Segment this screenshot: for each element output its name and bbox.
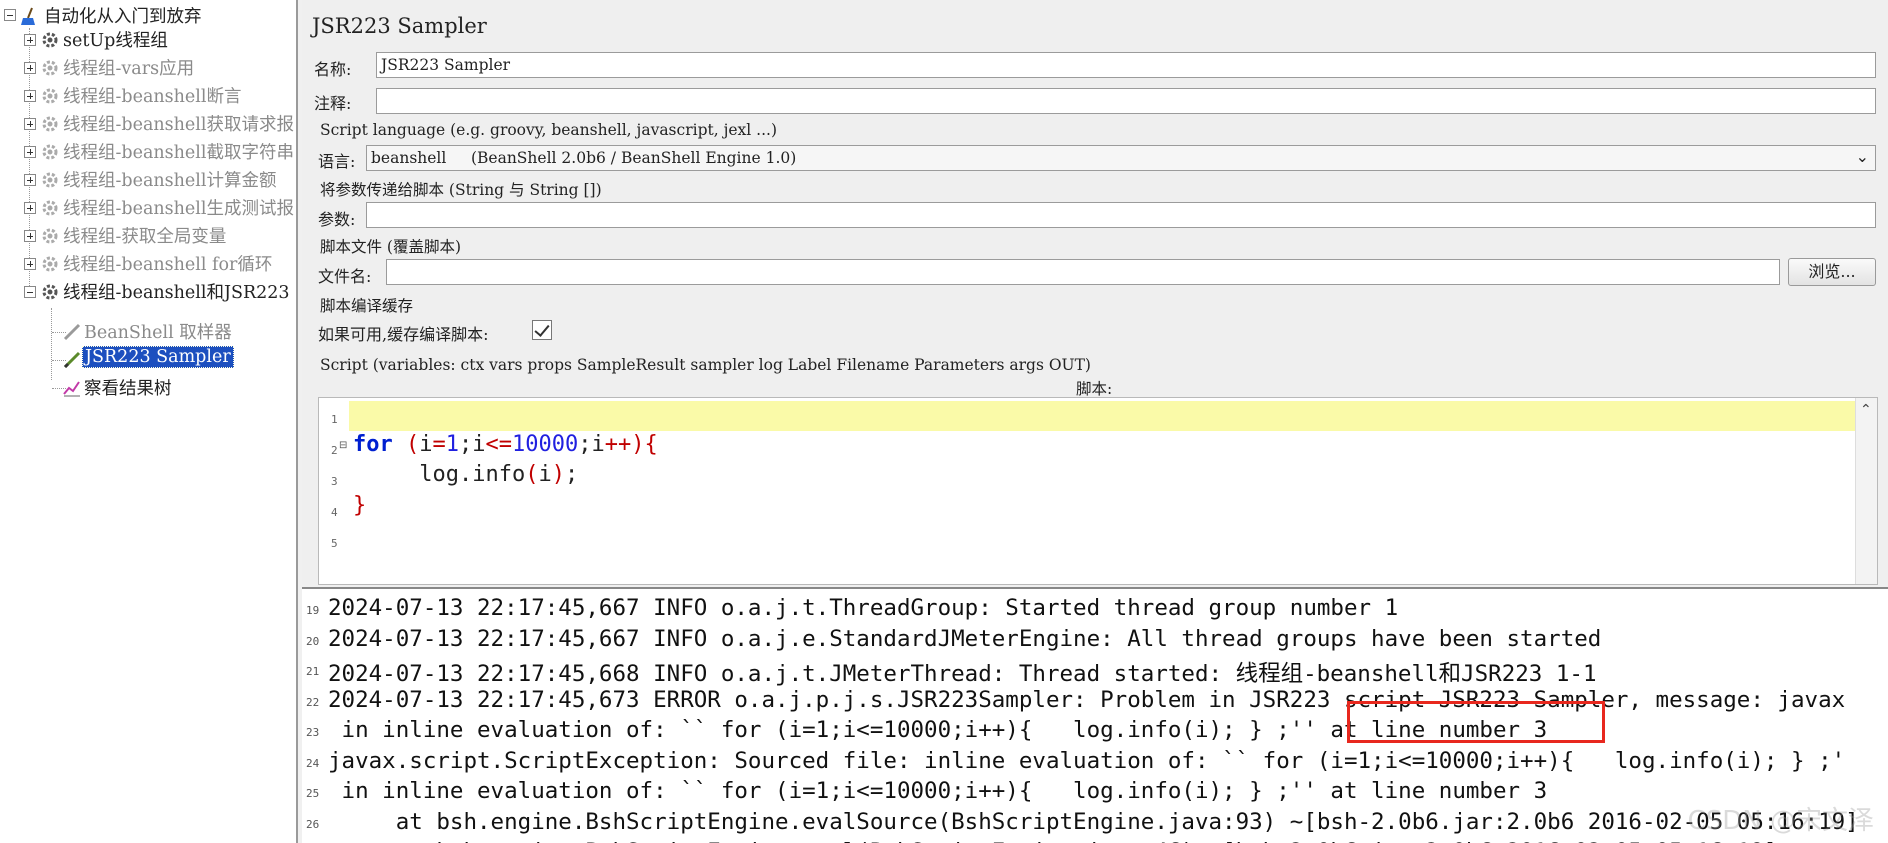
name-field[interactable]: JSR223 Sampler <box>376 52 1876 78</box>
tree-expand-toggle[interactable] <box>24 202 36 214</box>
tree-expand-toggle[interactable] <box>24 286 36 298</box>
tree-item-thread-group[interactable]: 线程组-vars应用 <box>63 55 194 80</box>
cache-header: 脚本编译缓存 <box>320 297 414 315</box>
gear-icon <box>42 32 58 48</box>
comment-label: 注释: <box>314 94 352 113</box>
cache-checkbox[interactable] <box>532 320 552 340</box>
tree-expand-toggle[interactable] <box>24 258 36 270</box>
test-plan-tree[interactable]: 自动化从入门到放弃 setUp线程组线程组-vars应用线程组-beanshel… <box>0 0 298 843</box>
language-label: 语言: <box>318 152 356 171</box>
log-line-number: 23 <box>306 726 320 739</box>
tree-child-view-results-tree[interactable]: 察看结果树 <box>84 375 172 400</box>
filename-label: 文件名: <box>318 267 372 286</box>
page-title: JSR223 Sampler <box>312 14 487 38</box>
log-line-number: 21 <box>306 665 320 678</box>
tree-expand-toggle[interactable] <box>24 174 36 186</box>
gear-icon <box>42 144 58 160</box>
code-line-3: log.info(i); <box>353 462 579 487</box>
script-sub-label: 脚本: <box>1076 380 1113 398</box>
gear-icon <box>42 284 58 300</box>
log-line: 2024-07-13 22:17:45,667 INFO o.a.j.e.Sta… <box>328 625 1602 652</box>
browse-button[interactable]: 浏览... <box>1788 258 1876 286</box>
broom-icon <box>21 7 35 25</box>
tree-item-thread-group[interactable]: 线程组-beanshell断言 <box>63 83 241 108</box>
log-line-number: 26 <box>306 817 320 831</box>
params-header: 将参数传递给脚本 (String 与 String []) <box>320 181 602 199</box>
log-panel[interactable]: 19 2024-07-13 22:17:45,667 INFO o.a.j.t.T… <box>302 587 1888 843</box>
filename-field[interactable] <box>386 259 1780 285</box>
watermark: CSDN @宋文泽 <box>1687 806 1874 836</box>
chevron-down-icon[interactable]: ⌄ <box>1856 147 1869 166</box>
log-line: at bsh.engine.BshScriptEngine.eval(BshSc… <box>328 839 1778 843</box>
code-line-2: for (i=1;i<=10000;i++){ <box>353 432 658 457</box>
log-line: 2024-07-13 22:17:45,667 INFO o.a.j.t.Thr… <box>328 595 1399 621</box>
tree-item-thread-group[interactable]: 线程组-获取全局变量 <box>63 223 226 248</box>
name-label: 名称: <box>314 60 352 79</box>
tree-expand-toggle[interactable] <box>24 146 36 158</box>
gear-icon <box>42 116 58 132</box>
gear-icon <box>42 60 58 76</box>
gear-icon <box>42 88 58 104</box>
params-label: 参数: <box>318 210 356 229</box>
current-line-highlight <box>349 401 1855 431</box>
tree-expand-toggle[interactable] <box>24 34 36 46</box>
log-line: in inline evaluation of: `` for (i=1;i<=… <box>328 778 1548 804</box>
params-field[interactable] <box>366 202 1876 228</box>
gear-icon <box>42 256 58 272</box>
tree-child-jsr223-sampler[interactable]: JSR223 Sampler <box>82 346 234 368</box>
log-line: 2024-07-13 22:17:45,673 ERROR o.a.j.p.j.… <box>328 686 1846 713</box>
chevron-up-icon[interactable]: ⌃ <box>1860 402 1872 418</box>
gear-icon <box>42 200 58 216</box>
tree-item-thread-group[interactable]: 线程组-beanshell截取字符串 <box>63 139 294 164</box>
tree-child-beanshell-sampler[interactable]: BeanShell 取样器 <box>84 319 232 344</box>
comment-field[interactable] <box>376 88 1876 114</box>
tree-root-label[interactable]: 自动化从入门到放弃 <box>44 3 202 28</box>
log-line-number: 24 <box>306 756 320 770</box>
cache-label: 如果可用,缓存编译脚本: <box>318 325 489 344</box>
tree-expand-toggle[interactable] <box>24 90 36 102</box>
fold-toggle-icon[interactable]: ⊟ <box>339 440 347 451</box>
log-line: at bsh.engine.BshScriptEngine.evalSource… <box>328 808 1859 835</box>
pencil-icon <box>63 351 81 369</box>
script-editor[interactable]: 1 2 3 4 5 ⊟ for (i=1;i<=10000;i++){ log.… <box>318 397 1878 585</box>
language-select[interactable]: beanshell (BeanShell 2.0b6 / BeanShell E… <box>366 145 1876 171</box>
log-line-number: 25 <box>306 787 320 800</box>
log-line-number: 22 <box>306 695 320 709</box>
editor-scrollbar[interactable]: ⌃ <box>1855 398 1877 584</box>
log-line-number: 20 <box>306 634 320 648</box>
line-gutter: 1 2 3 4 5 ⊟ <box>319 398 349 584</box>
log-line: 2024-07-13 22:17:45,668 INFO o.a.j.t.JMe… <box>328 661 1597 687</box>
tree-item-thread-group[interactable]: 线程组-beanshell和JSR223 <box>63 279 290 304</box>
script-language-header: Script language (e.g. groovy, beanshell,… <box>320 121 778 139</box>
gear-icon <box>42 228 58 244</box>
tree-expand-toggle[interactable] <box>24 230 36 242</box>
tree-item-thread-group[interactable]: 线程组-beanshell生成测试报 <box>63 195 294 220</box>
script-file-header: 脚本文件 (覆盖脚本) <box>320 238 462 256</box>
tree-expand-toggle[interactable] <box>24 62 36 74</box>
tree-item-thread-group[interactable]: setUp线程组 <box>63 27 168 52</box>
log-line-number: 19 <box>306 604 320 617</box>
chart-icon <box>63 381 80 397</box>
script-header: Script (variables: ctx vars props Sample… <box>320 356 1091 374</box>
error-highlight-box <box>1347 701 1605 743</box>
gear-icon <box>42 172 58 188</box>
tree-item-thread-group[interactable]: 线程组-beanshell计算金额 <box>63 167 276 192</box>
tree-expand-toggle[interactable] <box>24 118 36 130</box>
code-line-4: } <box>353 493 367 518</box>
log-line: javax.script.ScriptException: Sourced fi… <box>328 747 1846 774</box>
tree-item-thread-group[interactable]: 线程组-beanshell获取请求报 <box>63 111 294 136</box>
pencil-icon <box>63 323 81 341</box>
tree-item-thread-group[interactable]: 线程组-beanshell for循环 <box>63 251 272 276</box>
root-collapse-toggle[interactable] <box>4 9 16 21</box>
